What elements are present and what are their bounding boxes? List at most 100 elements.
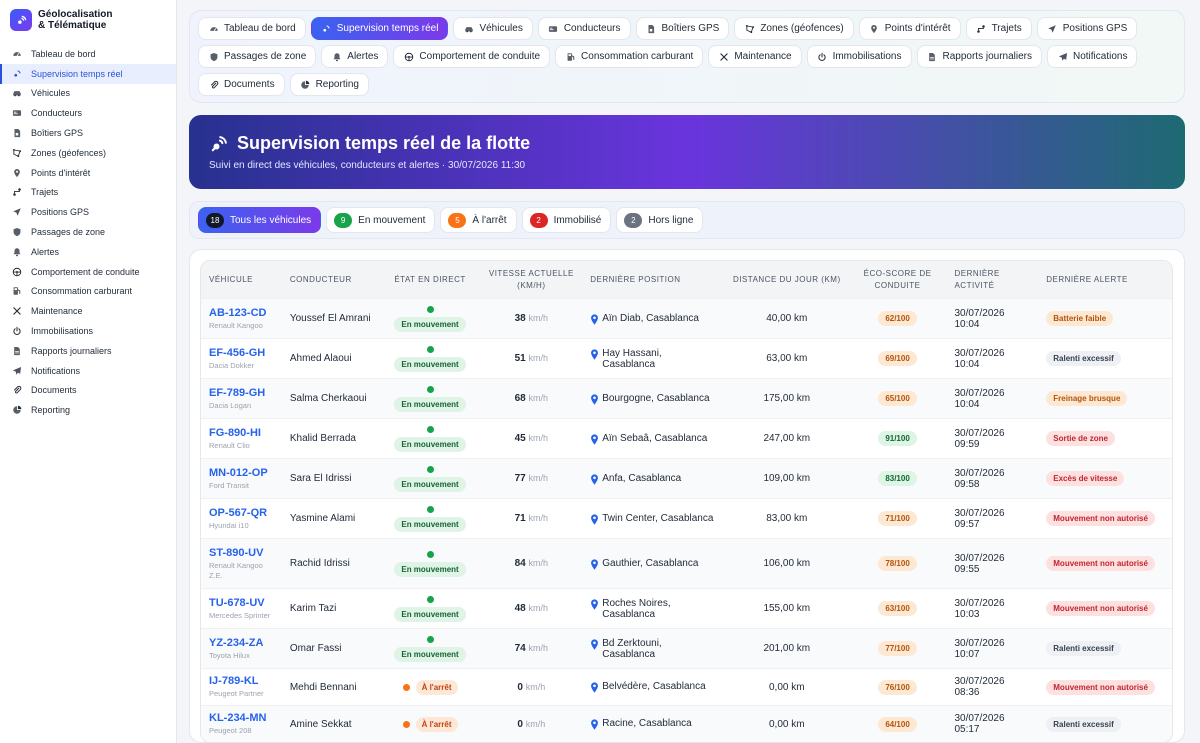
filter-a-l-arret[interactable]: 5 À l'arrêt — [440, 207, 517, 233]
sidebar-item-rapports-journaliers[interactable]: Rapports journaliers — [0, 341, 176, 361]
sidebar-item-conducteurs[interactable]: Conducteurs — [0, 103, 176, 123]
sidebar-item-supervision-temps-reel[interactable]: Supervision temps réel — [0, 63, 176, 84]
sidebar-item-consommation-carburant[interactable]: Consommation carburant — [0, 282, 176, 302]
sidebar-item-notifications[interactable]: Notifications — [0, 361, 176, 381]
sidebar-item-positions-gps[interactable]: Positions GPS — [0, 202, 176, 222]
sidebar-item-documents[interactable]: Documents — [0, 381, 176, 401]
sidebar-item-tableau-de-bord[interactable]: Tableau de bord — [0, 44, 176, 64]
status-cell: En mouvement — [380, 635, 481, 662]
tab-immobilisations[interactable]: Immobilisations — [806, 45, 912, 68]
tab-boitiers-gps[interactable]: Boîtiers GPS — [635, 17, 730, 40]
vehicle-plate-link[interactable]: FG-890-HI — [209, 427, 274, 439]
speed-cell: 77 km/h — [480, 473, 582, 484]
vehicle-cell: KL-234-MN Peugeot 208 — [201, 712, 282, 736]
sidebar-item-passages-de-zone[interactable]: Passages de zone — [0, 222, 176, 242]
filter-hors-ligne[interactable]: 2 Hors ligne — [616, 207, 704, 233]
vehicle-plate-link[interactable]: EF-789-GH — [209, 387, 274, 399]
table-row[interactable]: FG-890-HI Renault Clio Khalid Berrada En mo… — [201, 418, 1172, 458]
sidebar-item-reporting[interactable]: Reporting — [0, 400, 176, 420]
table-row[interactable]: OP-567-QR Hyundai i10 Yasmine Alami En mouv… — [201, 498, 1172, 538]
tab-rapports-journaliers[interactable]: Rapports journaliers — [916, 45, 1042, 68]
tab-consommation-carburant[interactable]: Consommation carburant — [555, 45, 704, 68]
column-header[interactable]: Conducteur — [282, 274, 380, 286]
vehicle-plate-link[interactable]: KL-234-MN — [209, 712, 274, 724]
sidebar-item-points-d-interet[interactable]: Points d'intérêt — [0, 163, 176, 183]
table-row[interactable]: EF-789-GH Dacia Logan Salma Cherkaoui En mo… — [201, 378, 1172, 418]
position-text: Gauthier, Casablanca — [602, 557, 699, 569]
sidebar-item-trajets[interactable]: Trajets — [0, 183, 176, 203]
vehicle-plate-link[interactable]: EF-456-GH — [209, 347, 274, 359]
status-dot — [426, 305, 434, 313]
column-header[interactable]: État en direct — [380, 274, 481, 286]
alert-badge[interactable]: Mouvement non autorisé — [1046, 679, 1155, 695]
column-header[interactable]: Véhicule — [201, 274, 282, 286]
brand[interactable]: Géolocalisation & Télématique — [0, 0, 176, 40]
column-header[interactable]: Dernière position — [582, 274, 725, 286]
tab-positions-gps[interactable]: Positions GPS — [1036, 17, 1138, 40]
alert-badge[interactable]: Sortie de zone — [1046, 431, 1115, 446]
speed-unit: km/h — [528, 433, 549, 443]
car-icon — [463, 23, 474, 34]
tab-trajets[interactable]: Trajets — [965, 17, 1032, 40]
speed-value: 68 — [514, 393, 526, 404]
sidebar-item-vehicules[interactable]: Véhicules — [0, 84, 176, 104]
alert-badge[interactable]: Mouvement non autorisé — [1046, 556, 1155, 571]
filter-tous-les-vehicules[interactable]: 18 Tous les véhicules — [198, 207, 322, 233]
tab-alertes[interactable]: Alertes — [321, 45, 389, 68]
last-activity-cell: 30/07/2026 08:36 — [946, 676, 1038, 698]
alert-badge[interactable]: Excès de vitesse — [1046, 471, 1125, 486]
column-header[interactable]: Distance du jour (km) — [725, 274, 849, 286]
alert-badge[interactable]: Batterie faible — [1046, 311, 1114, 326]
filter-immobilise[interactable]: 2 Immobilisé — [521, 207, 612, 233]
column-header[interactable]: Éco-score de conduite — [849, 268, 947, 292]
alert-badge[interactable]: Mouvement non autorisé — [1046, 601, 1155, 616]
sidebar-item-maintenance[interactable]: Maintenance — [0, 301, 176, 321]
map-pin-icon — [591, 513, 599, 525]
tab-documents[interactable]: Documents — [198, 73, 285, 96]
table-row[interactable]: MN-012-OP Ford Transit Sara El Idrissi En m… — [201, 458, 1172, 498]
vehicle-plate-link[interactable]: ST-890-UV — [209, 547, 274, 559]
sidebar-item-comportement-de-conduite[interactable]: Comportement de conduite — [0, 262, 176, 282]
eco-score-cell: 63/100 — [849, 601, 947, 616]
tab-passages-de-zone[interactable]: Passages de zone — [198, 45, 317, 68]
table-row[interactable]: IJ-789-KL Peugeot Partner Mehdi Bennani À l… — [201, 668, 1172, 705]
vehicle-model: Dacia Logan — [209, 400, 252, 410]
tab-points-d-interet[interactable]: Points d'intérêt — [858, 17, 961, 40]
tab-vehicules[interactable]: Véhicules — [453, 17, 533, 40]
vehicle-plate-link[interactable]: YZ-234-ZA — [209, 637, 274, 649]
tab-zones-geofences[interactable]: Zones (géofences) — [734, 17, 854, 40]
tab-conducteurs[interactable]: Conducteurs — [537, 17, 631, 40]
tab-tableau-de-bord[interactable]: Tableau de bord — [198, 17, 306, 40]
vehicle-plate-link[interactable]: MN-012-OP — [209, 467, 274, 479]
tab-supervision-temps-reel[interactable]: Supervision temps réel — [310, 17, 449, 40]
table-row[interactable]: TU-678-UV Mercedes Sprinter Karim Tazi En m… — [201, 588, 1172, 628]
vehicle-plate-link[interactable]: TU-678-UV — [209, 597, 274, 609]
table-row[interactable]: KL-234-MN Peugeot 208 Amine Sekkat À l'arrê… — [201, 705, 1172, 742]
status-cell: En mouvement — [380, 305, 481, 332]
vehicle-plate-link[interactable]: IJ-789-KL — [209, 675, 274, 687]
alert-badge[interactable]: Freinage brusque — [1046, 391, 1128, 406]
sidebar-item-immobilisations[interactable]: Immobilisations — [0, 321, 176, 341]
vehicle-plate-link[interactable]: AB-123-CD — [209, 307, 274, 319]
vehicle-plate-link[interactable]: OP-567-QR — [209, 507, 274, 519]
alert-badge[interactable]: Ralenti excessif — [1046, 641, 1121, 656]
sidebar-item-zones-geofences[interactable]: Zones (géofences) — [0, 143, 176, 163]
table-row[interactable]: ST-890-UV Renault Kangoo Z.E. Rachid Idris… — [201, 538, 1172, 588]
table-row[interactable]: EF-456-GH Dacia Dokker Ahmed Alaoui En mouv… — [201, 338, 1172, 378]
tab-reporting[interactable]: Reporting — [289, 73, 369, 96]
tab-maintenance[interactable]: Maintenance — [708, 45, 802, 68]
sidebar-item-alertes[interactable]: Alertes — [0, 242, 176, 262]
column-header[interactable]: Dernière alerte — [1038, 274, 1172, 286]
alert-badge[interactable]: Mouvement non autorisé — [1046, 511, 1155, 526]
tab-notifications[interactable]: Notifications — [1047, 45, 1138, 68]
table-row[interactable]: AB-123-CD Renault Kangoo Youssef El Amrani… — [201, 298, 1172, 338]
sidebar-item-boitiers-gps[interactable]: Boîtiers GPS — [0, 123, 176, 143]
column-header[interactable]: Dernière activité — [946, 268, 1038, 292]
tab-comportement-de-conduite[interactable]: Comportement de conduite — [393, 45, 551, 68]
alert-badge[interactable]: Ralenti excessif — [1046, 716, 1121, 732]
column-header[interactable]: Vitesse actuelle (km/h) — [480, 268, 582, 292]
table-row[interactable]: YZ-234-ZA Toyota Hilux Omar Fassi En mouvem… — [201, 628, 1172, 668]
pie-chart-icon — [12, 405, 22, 415]
filter-en-mouvement[interactable]: 9 En mouvement — [326, 207, 436, 233]
alert-badge[interactable]: Ralenti excessif — [1046, 351, 1121, 366]
